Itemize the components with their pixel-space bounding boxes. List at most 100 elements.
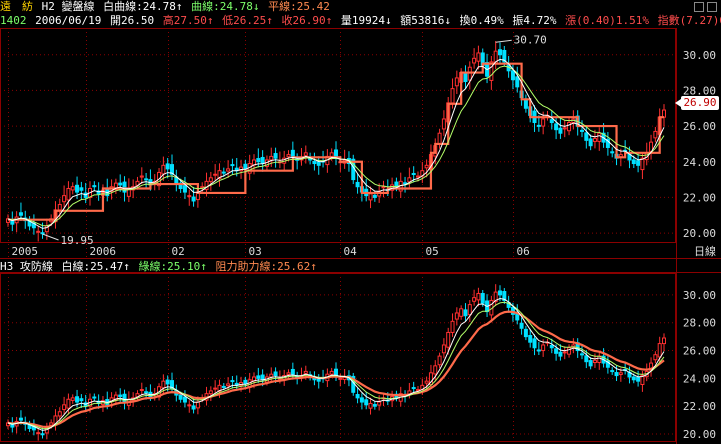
upper-candle-body <box>549 119 554 124</box>
lower-candle-body <box>208 390 213 395</box>
lower-candle-body <box>580 353 584 356</box>
lower-candle-body <box>437 355 442 366</box>
lower-candle-body <box>657 343 662 358</box>
upper-candle-body <box>372 194 377 198</box>
lower-candle-body <box>230 380 235 383</box>
upper-candle-body <box>441 118 446 130</box>
upper-candle-body <box>558 127 563 134</box>
lower-candle-body <box>355 394 360 399</box>
lower-candle-body <box>243 379 248 385</box>
upper-candle-body <box>515 76 520 88</box>
upper-candle-body <box>454 77 459 87</box>
upper-candle-body <box>424 164 429 169</box>
high-annotation: 30.70 <box>514 33 547 46</box>
upper-candle-body <box>355 181 360 188</box>
lower-candle-body <box>70 397 75 401</box>
lower-y-tick-label: 24.00 <box>683 372 716 385</box>
upper-candle-body <box>144 178 149 181</box>
upper-candle-body <box>636 160 641 166</box>
lower-candle-body <box>584 355 589 363</box>
period-label: 日線 <box>694 244 716 258</box>
upper-candle-body <box>554 123 559 131</box>
upper-candle-body <box>70 186 75 191</box>
lower-candle-body <box>75 396 80 403</box>
chart-canvas[interactable]: 30.0030.0028.0028.0026.0026.0024.0024.00… <box>0 0 721 444</box>
upper-candle-body <box>139 175 144 178</box>
lower-candle-body <box>144 391 149 394</box>
upper-candle-body <box>118 182 123 186</box>
lower-candle-body <box>523 328 528 338</box>
lower-candle-body <box>66 398 71 409</box>
upper-y-tick-label: 26.00 <box>683 120 716 133</box>
current-price-badge: 26.90 <box>681 96 719 110</box>
upper-candle-body <box>653 130 658 139</box>
lower-candle-body <box>316 378 321 382</box>
lower-candle-body <box>18 417 23 421</box>
lower-y-tick-label: 30.00 <box>683 289 716 302</box>
upper-candle-body <box>303 152 308 156</box>
upper-candle-body <box>256 158 261 163</box>
upper-candle-body <box>381 186 386 189</box>
x-tick-label: 04 <box>344 245 358 258</box>
upper-candle-body <box>567 122 572 132</box>
lower-candle-body <box>334 368 338 377</box>
upper-candle-body <box>450 88 455 104</box>
lower-candle-body <box>549 345 554 349</box>
upper-candle-body <box>588 138 593 147</box>
upper-candle-body <box>226 168 231 172</box>
lower-candle-body <box>213 387 218 390</box>
lower-candle-body <box>191 405 196 410</box>
upper-candle-body <box>273 153 278 159</box>
lower-candle-body <box>450 320 455 333</box>
high-marker-line <box>495 39 512 43</box>
upper-candle-body <box>230 164 235 167</box>
upper-candle-body <box>286 154 291 158</box>
lower-candle-body <box>195 401 200 409</box>
lower-candle-body <box>519 322 524 329</box>
upper-y-tick-label: 30.00 <box>683 49 716 62</box>
upper-candle-body <box>562 127 567 130</box>
lower-candle-body <box>636 377 641 382</box>
lower-candle-body <box>541 344 546 352</box>
x-tick-label: 06 <box>517 245 530 258</box>
lower-candle-body <box>269 373 274 378</box>
upper-candle-body <box>463 73 468 83</box>
upper-candle-body <box>541 118 546 127</box>
upper-candle-body <box>182 185 187 193</box>
upper-candle-body <box>631 159 636 165</box>
lower-candle-body <box>364 399 369 406</box>
lower-candle-body <box>528 335 533 343</box>
upper-candle-body <box>260 156 265 165</box>
upper-y-tick-label: 24.00 <box>683 156 716 169</box>
upper-candle-body <box>472 57 477 64</box>
lower-candle-body <box>372 404 377 407</box>
x-tick-label: 05 <box>426 245 439 258</box>
lower-candle-body <box>618 372 623 375</box>
upper-candle-body <box>187 195 192 198</box>
lower-candle-body <box>454 312 459 320</box>
lower-candle-body <box>476 292 481 301</box>
lower-candle-body <box>662 337 666 345</box>
lower-candle-body <box>424 380 429 384</box>
lower-candle-body <box>588 360 593 367</box>
upper-candle-body <box>403 182 408 185</box>
upper-candle-body <box>191 196 196 202</box>
lower-candle-body <box>118 394 123 397</box>
lower-candle-body <box>592 359 597 364</box>
lower-frame <box>0 273 676 442</box>
upper-candle-body <box>208 177 213 182</box>
upper-candle-body <box>243 163 248 170</box>
upper-candle-body <box>36 230 41 233</box>
low-annotation: 19.95 <box>61 234 94 247</box>
x-tick-label: 2005 <box>12 245 39 258</box>
lower-candle-body <box>226 383 231 387</box>
x-tick-label: 03 <box>249 245 262 258</box>
lower-candle-body <box>182 396 187 403</box>
lower-candle-body <box>614 372 619 377</box>
upper-candle-body <box>437 132 442 145</box>
lower-candle-body <box>273 371 278 377</box>
lower-candle-body <box>446 331 451 348</box>
lower-candle-body <box>359 397 364 403</box>
upper-candle-body <box>62 195 67 203</box>
upper-candle-body <box>269 155 274 161</box>
